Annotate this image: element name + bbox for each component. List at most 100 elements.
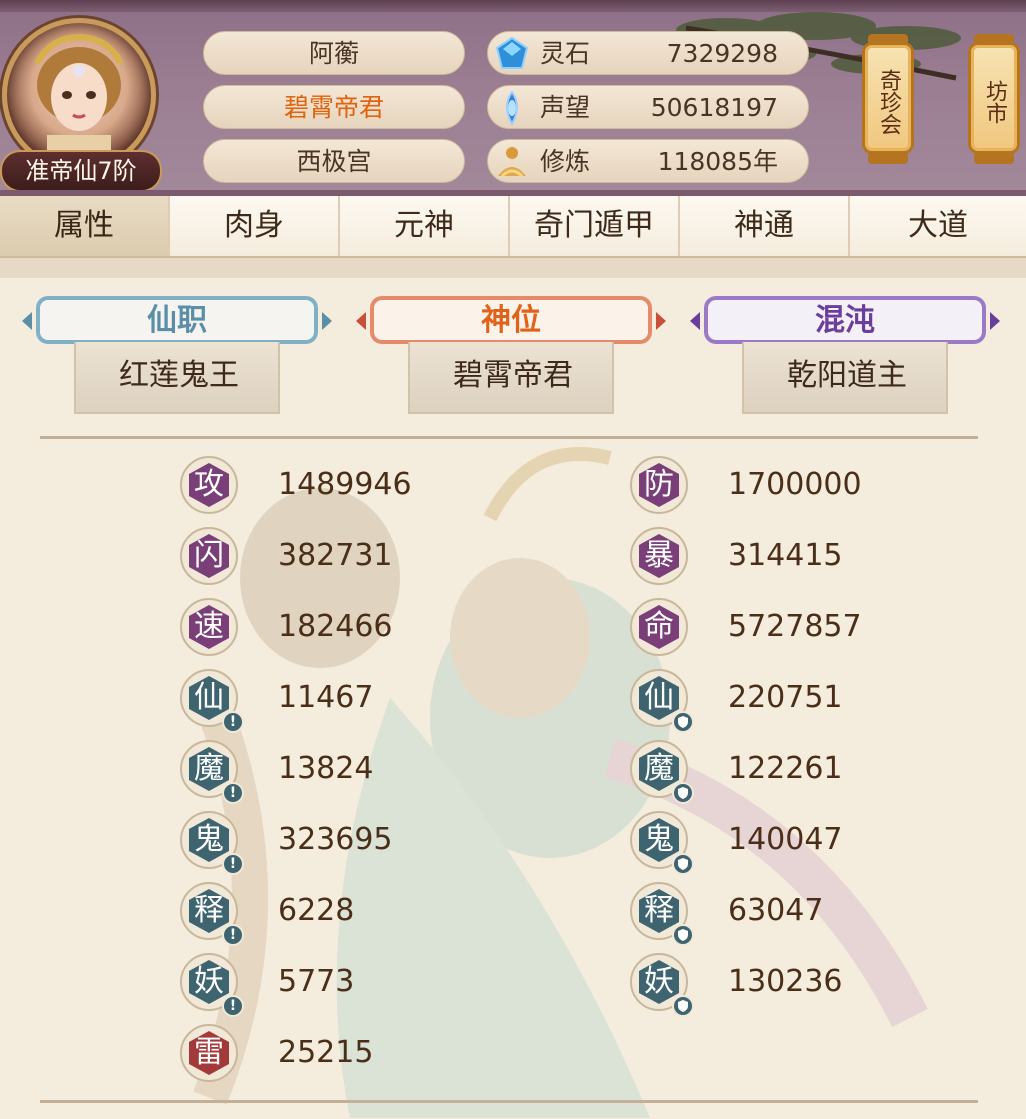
title-banner-label: 神位 — [481, 303, 541, 338]
tab-divine-powers[interactable]: 神通 — [680, 196, 850, 256]
stat-badge-icon[interactable]: 鬼! — [180, 811, 244, 875]
stat-row: 速 182466 — [180, 598, 500, 660]
stat-glyph: 速 — [194, 609, 224, 644]
prestige-icon — [506, 90, 518, 126]
lantern-cap — [868, 152, 908, 164]
stat-badge-icon[interactable]: 命 — [630, 598, 688, 656]
tab-great-dao[interactable]: 大道 — [850, 196, 1026, 256]
stat-row: 防 1700000 — [630, 456, 950, 518]
stat-row: 释! 6228 — [180, 882, 500, 946]
stat-value: 1489946 — [278, 467, 412, 502]
attack-mark-icon: ! — [222, 995, 244, 1017]
character-portrait-icon — [34, 33, 124, 167]
player-sect: 西极宫 — [203, 139, 465, 183]
stat-value: 140047 — [728, 822, 843, 857]
title-plate: 红莲鬼王 — [74, 342, 280, 414]
resource-value: 118085年 — [657, 147, 778, 176]
avatar[interactable]: 准帝仙7阶 — [0, 14, 165, 192]
title-banner-label: 仙职 — [147, 303, 207, 338]
stat-glyph: 攻 — [194, 467, 224, 502]
resource-value: 7329298 — [666, 39, 778, 68]
stat-badge-icon[interactable]: 鬼 — [630, 811, 694, 875]
title-plate: 乾阳道主 — [742, 342, 948, 414]
title-value: 碧霄帝君 — [453, 358, 573, 393]
stat-row: 妖 130236 — [630, 953, 950, 1017]
stat-value: 11467 — [278, 680, 374, 715]
title-card-immortal-post: 仙职 红莲鬼王 — [22, 294, 332, 418]
stat-value: 323695 — [278, 822, 393, 857]
tab-soul[interactable]: 元神 — [340, 196, 510, 256]
stat-badge-icon[interactable]: 雷 — [180, 1024, 238, 1082]
player-title: 碧霄帝君 — [203, 85, 465, 129]
stat-badge-icon[interactable]: 闪 — [180, 527, 238, 585]
stat-badge-icon[interactable]: 仙 — [630, 669, 694, 733]
stat-badge-icon[interactable]: 魔 — [630, 740, 694, 804]
attack-mark-icon: ! — [222, 853, 244, 875]
stat-value: 63047 — [728, 893, 824, 928]
shield-icon — [672, 711, 694, 733]
stat-glyph: 雷 — [194, 1035, 224, 1070]
stat-glyph: 暴 — [644, 538, 674, 573]
stat-glyph: 防 — [644, 467, 674, 502]
tab-bar: 属性 肉身 元神 奇门遁甲 神通 大道 — [0, 196, 1026, 258]
attack-mark-icon: ! — [222, 924, 244, 946]
section-divider-bottom — [40, 1100, 978, 1103]
stat-value: 314415 — [728, 538, 843, 573]
stat-badge-icon[interactable]: 释 — [630, 882, 694, 946]
attributes-panel: 仙职 红莲鬼王 神位 碧霄帝君 混沌 乾阳道主 攻 1489946 闪 382731 速… — [0, 278, 1026, 1119]
stat-row: 命 5727857 — [630, 598, 950, 660]
stat-value: 25215 — [278, 1035, 374, 1070]
stat-badge-icon[interactable]: 仙! — [180, 669, 244, 733]
stat-value: 5727857 — [728, 609, 862, 644]
title-plate: 碧霄帝君 — [408, 342, 614, 414]
stat-badge-icon[interactable]: 攻 — [180, 456, 238, 514]
stat-row: 释 63047 — [630, 882, 950, 946]
stat-row: 仙! 11467 — [180, 669, 500, 733]
avatar-portrait — [2, 18, 156, 172]
stat-value: 1700000 — [728, 467, 862, 502]
stat-value: 182466 — [278, 609, 393, 644]
stat-row: 仙 220751 — [630, 669, 950, 733]
shield-icon — [672, 853, 694, 875]
tab-attributes[interactable]: 属性 — [0, 196, 170, 256]
stat-badge-icon[interactable]: 防 — [630, 456, 688, 514]
stat-value: 6228 — [278, 893, 355, 928]
title-banner-label: 混沌 — [815, 303, 875, 338]
tab-qimen-dunjia[interactable]: 奇门遁甲 — [510, 196, 680, 256]
section-divider — [40, 436, 978, 439]
player-name: 阿蘅 — [203, 31, 465, 75]
attack-mark-icon: ! — [222, 782, 244, 804]
resource-value: 50618197 — [650, 93, 778, 122]
stat-row: 鬼! 323695 — [180, 811, 500, 875]
stat-row: 暴 314415 — [630, 527, 950, 589]
stat-value: 122261 — [728, 751, 843, 786]
tab-separator-strip — [0, 258, 1026, 278]
attack-mark-icon: ! — [222, 711, 244, 733]
stat-row: 鬼 140047 — [630, 811, 950, 875]
stat-row: 攻 1489946 — [180, 456, 500, 518]
resource-prestige: 声望 50618197 — [487, 85, 809, 129]
lantern-market[interactable]: 坊市 — [968, 34, 1020, 164]
player-header: 准帝仙7阶 阿蘅 碧霄帝君 西极宫 灵石 7329298 声望 50618197… — [0, 0, 1026, 196]
stat-badge-icon[interactable]: 暴 — [630, 527, 688, 585]
stat-badge-icon[interactable]: 释! — [180, 882, 244, 946]
title-card-chaos: 混沌 乾阳道主 — [690, 294, 1000, 418]
rank-badge: 准帝仙7阶 — [0, 150, 162, 192]
stat-glyph: 闪 — [194, 538, 224, 573]
stat-badge-icon[interactable]: 魔! — [180, 740, 244, 804]
resource-spirit-stone: 灵石 7329298 — [487, 31, 809, 75]
stat-badge-icon[interactable]: 妖 — [630, 953, 694, 1017]
stat-row: 魔! 13824 — [180, 740, 500, 804]
lantern-treasure-auction[interactable]: 奇珍会 — [862, 34, 914, 164]
stat-value: 5773 — [278, 964, 355, 999]
tab-body[interactable]: 肉身 — [170, 196, 340, 256]
spirit-stone-icon — [495, 36, 529, 69]
stat-badge-icon[interactable]: 妖! — [180, 953, 244, 1017]
stat-badge-icon[interactable]: 速 — [180, 598, 238, 656]
shield-icon — [672, 995, 694, 1017]
stat-row: 闪 382731 — [180, 527, 500, 589]
stat-value: 220751 — [728, 680, 843, 715]
resource-label: 声望 — [540, 93, 591, 122]
lantern-label: 坊市 — [982, 80, 1007, 124]
resource-label: 灵石 — [540, 39, 591, 68]
